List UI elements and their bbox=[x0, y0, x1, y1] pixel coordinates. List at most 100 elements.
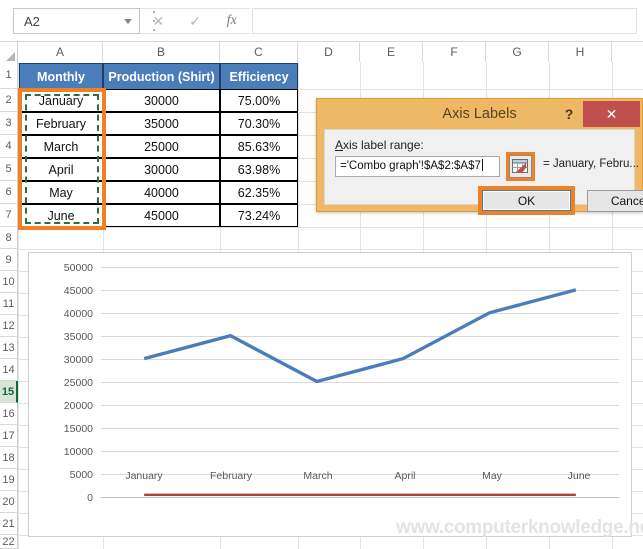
cell-A4[interactable]: March bbox=[19, 135, 103, 158]
cell-B6[interactable]: 40000 bbox=[103, 181, 220, 204]
chart-y-axis: 0 5000 10000 15000 20000 25000 30000 350… bbox=[37, 253, 93, 536]
y-tick-30000: 30000 bbox=[63, 354, 93, 366]
row-header-20[interactable]: 20 bbox=[0, 491, 18, 513]
axis-label-range-label: Axis label range: bbox=[335, 138, 424, 152]
grid-line-h bbox=[18, 227, 643, 228]
row-header-13[interactable]: 13 bbox=[0, 337, 18, 359]
row-header-21[interactable]: 21 bbox=[0, 513, 18, 535]
cell-C6[interactable]: 62.35% bbox=[220, 181, 298, 204]
axis-label-range-input[interactable]: ='Combo graph'!$A$2:$A$7 bbox=[335, 156, 500, 177]
cell-C7[interactable]: 73.24% bbox=[220, 204, 298, 227]
close-icon[interactable]: ✕ bbox=[583, 101, 640, 127]
watermark: www.computerknowledge.net bbox=[396, 517, 643, 538]
row-header-1[interactable]: 1 bbox=[0, 62, 18, 89]
dialog-body: Axis label range: ='Combo graph'!$A$2:$A… bbox=[324, 129, 643, 215]
row-header-5[interactable]: 5 bbox=[0, 158, 18, 181]
row-header-10[interactable]: 10 bbox=[0, 271, 18, 293]
row-header-7[interactable]: 7 bbox=[0, 204, 18, 227]
cell-A6[interactable]: May bbox=[19, 181, 103, 204]
row-header-12[interactable]: 12 bbox=[0, 315, 18, 337]
row-header-11[interactable]: 11 bbox=[0, 293, 18, 315]
y-tick-5000: 5000 bbox=[69, 469, 93, 481]
row-header-3[interactable]: 3 bbox=[0, 112, 18, 135]
y-tick-35000: 35000 bbox=[63, 331, 93, 343]
row-header-15[interactable]: 15 bbox=[0, 381, 18, 403]
y-tick-45000: 45000 bbox=[63, 285, 93, 297]
column-header-b[interactable]: B bbox=[103, 42, 220, 62]
ok-button[interactable]: OK bbox=[482, 190, 571, 211]
row-header-6[interactable]: 6 bbox=[0, 181, 18, 204]
x-tick-march: March bbox=[303, 470, 333, 482]
y-tick-20000: 20000 bbox=[63, 400, 93, 412]
insert-function-icon[interactable]: fx bbox=[218, 8, 246, 34]
cell-C3[interactable]: 70.30% bbox=[220, 112, 298, 135]
y-tick-40000: 40000 bbox=[63, 308, 93, 320]
range-select-icon[interactable] bbox=[509, 155, 532, 178]
column-header-h[interactable]: H bbox=[549, 42, 612, 62]
column-header-f[interactable]: F bbox=[423, 42, 486, 62]
column-header-e[interactable]: E bbox=[360, 42, 423, 62]
y-tick-50000: 50000 bbox=[63, 262, 93, 274]
cell-A3[interactable]: February bbox=[19, 112, 103, 135]
x-tick-june: June bbox=[567, 470, 591, 482]
cell-A2[interactable]: January bbox=[19, 89, 103, 112]
column-header-row: A B C D E F G H bbox=[0, 42, 643, 62]
x-tick-april: April bbox=[394, 470, 416, 482]
cancel-icon[interactable]: ✕ bbox=[144, 8, 172, 34]
row-header-19[interactable]: 19 bbox=[0, 469, 18, 491]
cell-B5[interactable]: 30000 bbox=[103, 158, 220, 181]
row-header-9[interactable]: 9 bbox=[0, 249, 18, 271]
formula-bar: A2 ✕ ✓ fx bbox=[0, 0, 643, 42]
name-box[interactable]: A2 bbox=[13, 8, 140, 34]
column-header-c[interactable]: C bbox=[220, 42, 298, 62]
row-header-17[interactable]: 17 bbox=[0, 425, 18, 447]
x-tick-february: February bbox=[209, 470, 253, 482]
column-header-i[interactable] bbox=[612, 42, 643, 62]
range-picker-highlight bbox=[506, 152, 535, 181]
y-tick-15000: 15000 bbox=[63, 423, 93, 435]
cell-A1[interactable]: Monthly bbox=[19, 63, 103, 90]
select-all-corner[interactable] bbox=[0, 42, 18, 62]
help-icon[interactable]: ? bbox=[559, 103, 579, 125]
cell-C4[interactable]: 85.63% bbox=[220, 135, 298, 158]
chart-series-lines bbox=[143, 288, 577, 496]
cell-C1[interactable]: Efficiency bbox=[220, 63, 298, 90]
excel-worksheet-window: A2 ✕ ✓ fx A B C D E F G H 1 2 3 4 5 6 7 … bbox=[0, 0, 643, 549]
cancel-button[interactable]: Cancel bbox=[587, 190, 643, 212]
row-header-16[interactable]: 16 bbox=[0, 403, 18, 425]
row-header-4[interactable]: 4 bbox=[0, 135, 18, 158]
y-tick-0: 0 bbox=[87, 492, 93, 504]
cell-B7[interactable]: 45000 bbox=[103, 204, 220, 227]
y-tick-25000: 25000 bbox=[63, 377, 93, 389]
range-select-glyph bbox=[512, 159, 528, 173]
x-tick-may: May bbox=[482, 470, 502, 482]
column-header-a[interactable]: A bbox=[18, 42, 103, 62]
row-header-18[interactable]: 18 bbox=[0, 447, 18, 469]
row-header-14[interactable]: 14 bbox=[0, 359, 18, 381]
gridline-baseline bbox=[101, 497, 619, 498]
cell-B2[interactable]: 30000 bbox=[103, 89, 220, 112]
range-preview-text: = January, Febru... bbox=[543, 158, 639, 170]
chart-plot-area: January February March April May June bbox=[101, 267, 619, 498]
formula-action-icons: ✕ ✓ fx bbox=[140, 8, 250, 34]
cell-B1[interactable]: Production (Shirt) bbox=[103, 63, 220, 90]
column-header-d[interactable]: D bbox=[298, 42, 360, 62]
combo-chart[interactable]: 0 5000 10000 15000 20000 25000 30000 350… bbox=[28, 252, 632, 537]
x-tick-january: January bbox=[125, 470, 163, 482]
ok-button-highlight: OK bbox=[478, 186, 575, 215]
name-box-value: A2 bbox=[24, 13, 40, 29]
column-header-g[interactable]: G bbox=[486, 42, 549, 62]
formula-input[interactable] bbox=[252, 8, 637, 34]
cell-A5[interactable]: April bbox=[19, 158, 103, 181]
chevron-down-icon[interactable] bbox=[117, 9, 139, 33]
row-header-8[interactable]: 8 bbox=[0, 227, 18, 249]
cell-B3[interactable]: 35000 bbox=[103, 112, 220, 135]
row-header-2[interactable]: 2 bbox=[0, 89, 18, 112]
row-header-22[interactable]: 22 bbox=[0, 535, 18, 549]
cell-C2[interactable]: 75.00% bbox=[220, 89, 298, 112]
cell-C5[interactable]: 63.98% bbox=[220, 158, 298, 181]
cell-A7[interactable]: June bbox=[19, 204, 103, 227]
grid-line-h bbox=[18, 249, 643, 250]
check-icon[interactable]: ✓ bbox=[181, 8, 209, 34]
cell-B4[interactable]: 25000 bbox=[103, 135, 220, 158]
